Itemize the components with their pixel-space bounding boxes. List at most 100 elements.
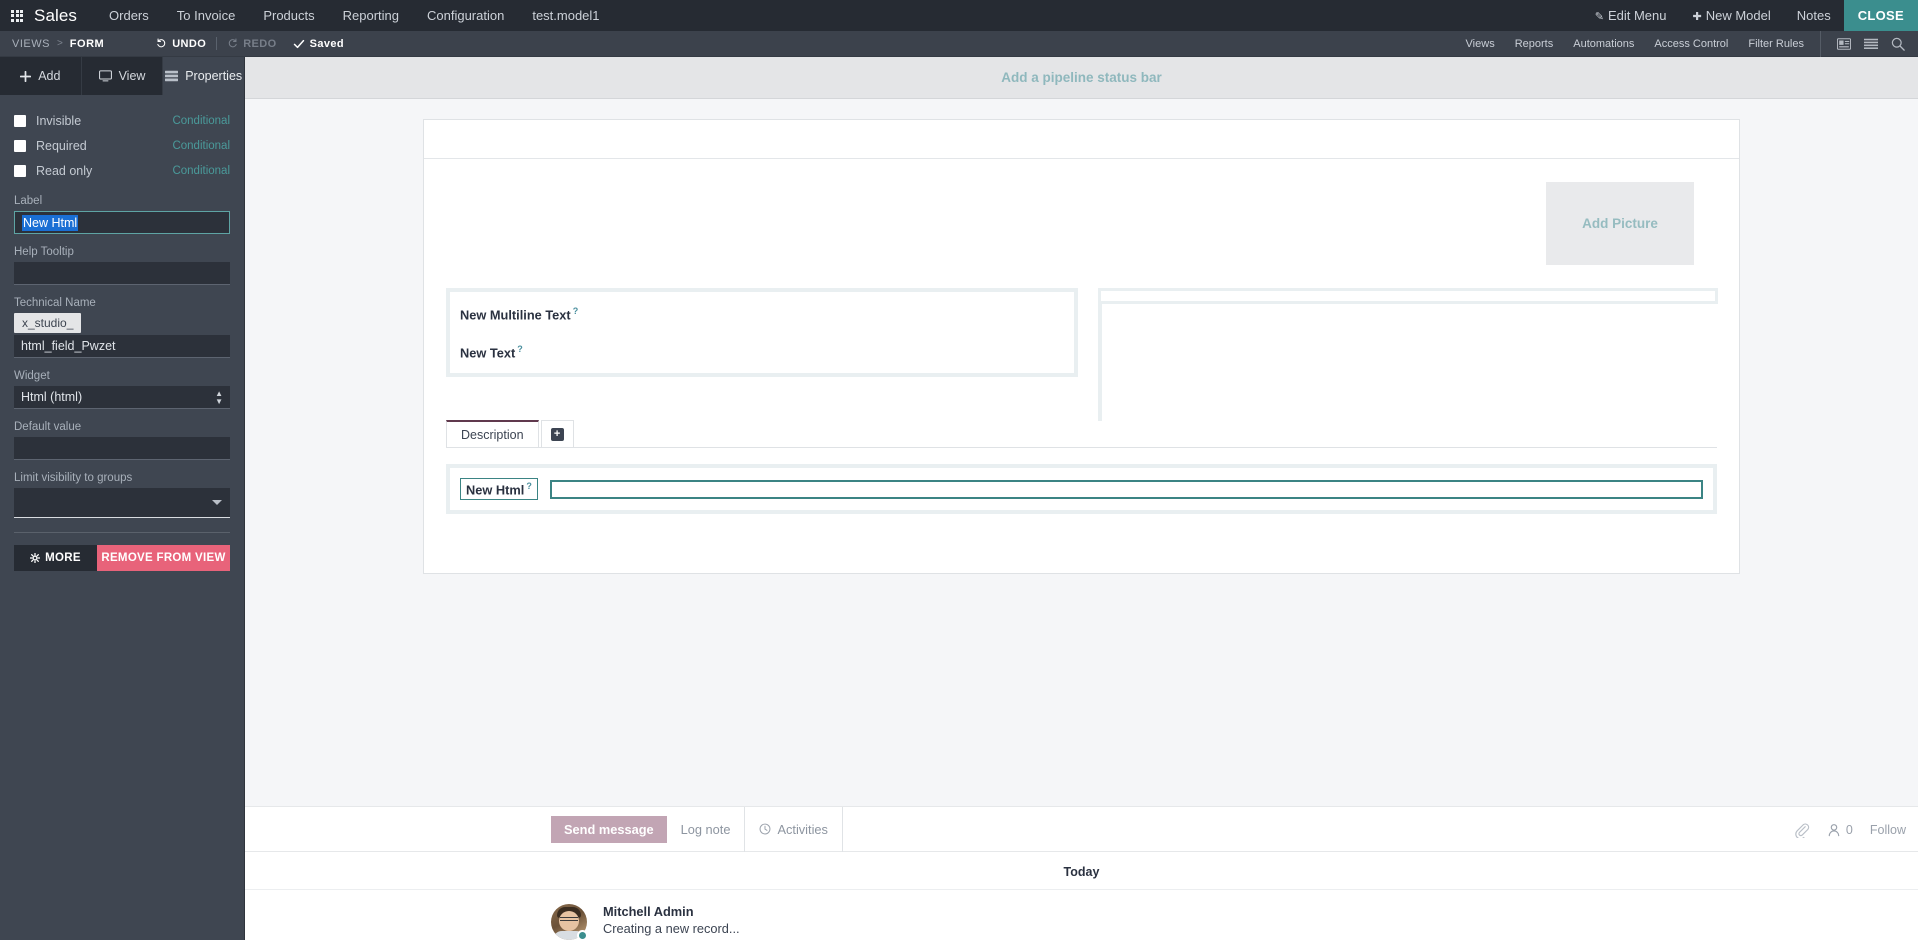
new-model-button[interactable]: ✚ New Model bbox=[1679, 0, 1783, 31]
form-sheet-header-strip[interactable] bbox=[424, 120, 1739, 159]
subheader-link-automations[interactable]: Automations bbox=[1563, 38, 1644, 50]
field-new-html-label[interactable]: New Html? bbox=[460, 478, 538, 501]
help-icon[interactable]: ? bbox=[526, 481, 532, 491]
help-tooltip-input[interactable] bbox=[14, 262, 230, 285]
field-new-text[interactable]: New Text? bbox=[460, 344, 1064, 360]
notes-button[interactable]: Notes bbox=[1784, 0, 1844, 31]
form-group-right-placeholder[interactable] bbox=[1098, 288, 1718, 304]
sidebar-tab-view[interactable]: View bbox=[81, 57, 164, 95]
notebook-tabs: Description + bbox=[446, 420, 1717, 448]
help-icon[interactable]: ? bbox=[517, 344, 523, 354]
more-button-label: MORE bbox=[45, 552, 81, 564]
property-row-readonly: Read only Conditional bbox=[14, 159, 230, 183]
attachment-button[interactable] bbox=[1794, 822, 1810, 838]
help-tooltip-caption: Help Tooltip bbox=[14, 246, 74, 258]
form-sheet-content: Add Picture New Multiline Text? New Text… bbox=[424, 159, 1739, 573]
follow-button[interactable]: Follow bbox=[1870, 823, 1906, 837]
sidebar-tab-add-label: Add bbox=[38, 69, 61, 83]
form-notebook: Description + New Html? bbox=[446, 420, 1717, 515]
widget-select[interactable]: Html (html) ▲ ▼ bbox=[14, 386, 230, 409]
nav-item-products[interactable]: Products bbox=[249, 0, 328, 31]
breadcrumb-views[interactable]: VIEWS bbox=[12, 38, 50, 50]
add-picture-button[interactable]: Add Picture bbox=[1546, 182, 1694, 265]
chatter-panel: Send message Log note Activities 0 Follo… bbox=[245, 806, 1918, 940]
tab-description[interactable]: Description bbox=[446, 420, 539, 447]
close-button[interactable]: CLOSE bbox=[1843, 0, 1918, 31]
required-conditional-link[interactable]: Conditional bbox=[172, 140, 230, 152]
default-value-input[interactable] bbox=[14, 437, 230, 460]
field-new-multiline-text[interactable]: New Multiline Text? bbox=[460, 306, 1064, 322]
chatter-right-group: 0 Follow bbox=[1794, 807, 1918, 852]
subheader-link-reports[interactable]: Reports bbox=[1505, 38, 1564, 50]
edit-menu-button[interactable]: ✎ Edit Menu bbox=[1582, 0, 1680, 31]
required-label: Required bbox=[36, 139, 87, 153]
nav-item-orders[interactable]: Orders bbox=[95, 0, 163, 31]
brand-title[interactable]: Sales bbox=[34, 6, 83, 26]
undo-button[interactable]: UNDO bbox=[156, 38, 206, 50]
navbar-right-group: ✎ Edit Menu ✚ New Model Notes CLOSE bbox=[1582, 0, 1918, 31]
redo-label: REDO bbox=[243, 37, 277, 50]
technical-name-input[interactable]: html_field_Pwzet bbox=[14, 335, 230, 358]
sidebar-tabs: Add View Properties bbox=[0, 57, 245, 95]
chevron-updown-icon: ▲ ▼ bbox=[215, 388, 223, 406]
form-group-right[interactable] bbox=[1088, 288, 1718, 421]
search-icon[interactable] bbox=[1891, 37, 1905, 51]
invisible-checkbox[interactable] bbox=[14, 115, 26, 127]
form-editor-canvas: Add a pipeline status bar Add Picture Ne… bbox=[245, 57, 1918, 940]
chatter-toolbar: Send message Log note Activities 0 Follo… bbox=[245, 806, 1918, 852]
field-new-html-input[interactable] bbox=[549, 479, 1703, 499]
technical-name-value: html_field_Pwzet bbox=[21, 339, 116, 353]
subheader-link-filter-rules[interactable]: Filter Rules bbox=[1738, 38, 1814, 50]
readonly-conditional-link[interactable]: Conditional bbox=[172, 165, 230, 177]
form-group-right-rail bbox=[1098, 304, 1102, 421]
sidebar-tab-add[interactable]: Add bbox=[0, 57, 82, 95]
breadcrumb-form: FORM bbox=[69, 37, 105, 50]
saved-label: Saved bbox=[309, 37, 344, 50]
sidebar-tab-properties[interactable]: Properties bbox=[163, 57, 245, 95]
sidebar-properties-panel: Invisible Conditional Required Condition… bbox=[0, 95, 244, 940]
message-author[interactable]: Mitchell Admin bbox=[603, 904, 740, 919]
kanban-view-icon[interactable] bbox=[1837, 38, 1851, 50]
readonly-checkbox[interactable] bbox=[14, 165, 26, 177]
plus-square-icon: + bbox=[550, 427, 564, 441]
label-input[interactable]: New Html bbox=[14, 211, 230, 234]
form-group-left[interactable]: New Multiline Text? New Text? bbox=[446, 288, 1078, 377]
log-note-button[interactable]: Log note bbox=[667, 816, 745, 843]
breadcrumb: VIEWS > FORM bbox=[0, 38, 104, 50]
chevron-down-icon bbox=[212, 500, 222, 505]
list-view-icon[interactable] bbox=[1864, 38, 1878, 50]
properties-icon bbox=[165, 70, 179, 82]
top-navbar: Sales Orders To Invoice Products Reporti… bbox=[0, 0, 1918, 31]
required-checkbox[interactable] bbox=[14, 140, 26, 152]
nav-item-to-invoice[interactable]: To Invoice bbox=[163, 0, 250, 31]
subheader-link-access-control[interactable]: Access Control bbox=[1644, 38, 1738, 50]
send-message-button[interactable]: Send message bbox=[551, 815, 667, 843]
technical-name-prefix: x_studio_ bbox=[14, 313, 82, 333]
message-body: Creating a new record... bbox=[603, 921, 740, 936]
field-new-text-label: New Text bbox=[460, 345, 516, 361]
nav-item-test-model1[interactable]: test.model1 bbox=[518, 0, 613, 31]
chatter-message: Mitchell Admin Creating a new record... bbox=[245, 890, 1918, 940]
add-notebook-tab-button[interactable]: + bbox=[540, 420, 574, 447]
limit-visibility-select[interactable] bbox=[14, 488, 230, 518]
property-row-required: Required Conditional bbox=[14, 134, 230, 158]
nav-item-configuration[interactable]: Configuration bbox=[413, 0, 518, 31]
help-icon[interactable]: ? bbox=[573, 306, 579, 316]
activities-button[interactable]: Activities bbox=[744, 806, 843, 852]
sidebar-tab-view-label: View bbox=[118, 69, 146, 83]
widget-value: Html (html) bbox=[21, 390, 83, 404]
invisible-label: Invisible bbox=[36, 114, 82, 128]
studio-body: Add View Properties Invisible Conditiona… bbox=[0, 57, 1918, 940]
remove-from-view-button[interactable]: REMOVE FROM VIEW bbox=[97, 545, 230, 571]
add-pipeline-status-bar[interactable]: Add a pipeline status bar bbox=[245, 57, 1918, 99]
notebook-page-description[interactable]: New Html? bbox=[446, 464, 1717, 515]
apps-grid-icon[interactable] bbox=[0, 0, 34, 31]
field-new-html-label-text: New Html bbox=[466, 482, 525, 498]
subheader-link-views[interactable]: Views bbox=[1456, 38, 1505, 50]
more-button[interactable]: MORE bbox=[14, 545, 97, 571]
redo-button[interactable]: REDO bbox=[227, 38, 276, 50]
nav-item-reporting[interactable]: Reporting bbox=[329, 0, 413, 31]
invisible-conditional-link[interactable]: Conditional bbox=[172, 115, 230, 127]
check-icon bbox=[293, 39, 304, 48]
followers-button[interactable]: 0 bbox=[1827, 823, 1853, 837]
